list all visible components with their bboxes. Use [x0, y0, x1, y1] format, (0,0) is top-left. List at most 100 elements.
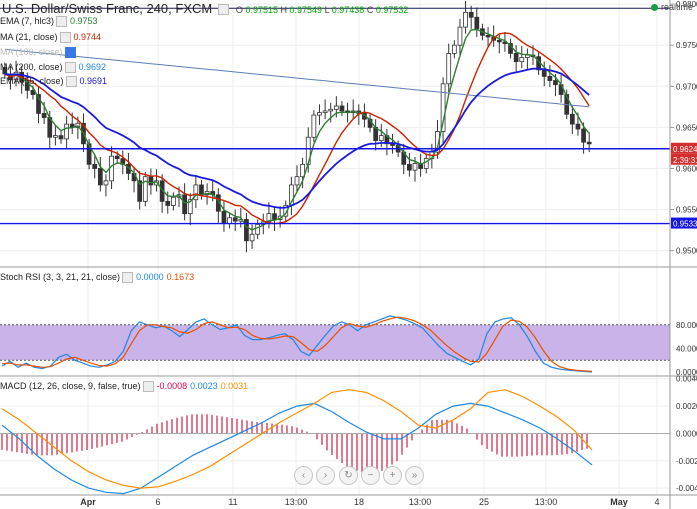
macd-hist-value: -0.0008	[156, 381, 188, 391]
legend-stoch-rsi[interactable]: Stoch RSI (3, 3, 21, 21, close) 0.0000 0.1…	[0, 272, 195, 284]
realtime-indicator: realtime	[650, 2, 693, 12]
legend-ma21[interactable]: MA (21, close) 0.9744	[0, 32, 102, 44]
zoom-in-button[interactable]: +	[383, 466, 402, 485]
candle-body	[468, 11, 474, 18]
candle-body	[255, 223, 261, 235]
legend-ema55-label: EMA (55, close)	[0, 76, 64, 86]
ohlc-open: 0.97515	[245, 5, 278, 15]
macd-axis-label: 0.0000	[676, 429, 697, 438]
header-toggle-icon[interactable]	[217, 4, 229, 16]
candle-body	[64, 123, 69, 140]
stoch-d-value: 0.1673	[166, 272, 195, 282]
candle-body	[232, 217, 238, 222]
time-axis-tick-label: 13:00	[535, 497, 558, 507]
time-axis-tick-label: 18	[354, 497, 364, 507]
candle-body	[328, 108, 334, 112]
time-axis-tick-label: 25	[479, 497, 489, 507]
legend-ma21-value: 0.9744	[73, 32, 102, 42]
level-price-label: 0.9533	[673, 220, 697, 229]
stoch-axis-label: 80.0000	[676, 321, 697, 330]
candle-body	[182, 194, 187, 215]
candle-body	[221, 210, 227, 224]
time-axis-tick-label: 11	[228, 497, 237, 507]
stoch-axis-label: 40.0000	[676, 344, 697, 353]
chart-header: U.S. Dollar/Swiss Franc, 240, FXCM O 0.9…	[2, 1, 408, 16]
candle-body	[165, 200, 171, 206]
macd-axis-label: -0.0020	[676, 457, 697, 466]
candle-body	[519, 57, 525, 63]
candle-body	[474, 16, 480, 30]
candle-body	[41, 113, 47, 118]
candle-body	[496, 39, 502, 43]
candle-body	[142, 176, 148, 202]
candle-body	[171, 196, 176, 206]
price-axis-label: 0.9700	[676, 82, 697, 91]
time-axis-tick-label: 13:00	[285, 497, 308, 507]
candle-body	[103, 180, 109, 186]
price-axis-label: 0.9650	[676, 123, 697, 132]
candle-body	[148, 176, 154, 186]
legend-ma21-label: MA (21, close)	[0, 32, 58, 42]
ohlc-readout: O 0.97515 H 0.97549 L 0.97438 C 0.97532	[236, 5, 408, 15]
eye-icon[interactable]	[64, 62, 76, 74]
candle-body	[446, 53, 452, 85]
price-axis-label: 0.9500	[676, 247, 697, 256]
time-axis-tick-label: 4	[654, 497, 659, 507]
candle-body	[322, 110, 328, 113]
eye-icon[interactable]	[142, 381, 154, 393]
legend-ema7-value: 0.9753	[70, 16, 98, 26]
eye-icon[interactable]	[56, 16, 68, 28]
ohlc-low: 0.97438	[331, 5, 365, 15]
scroll-right-button[interactable]: ›	[316, 466, 335, 485]
macd-line-value: 0.0023	[190, 381, 218, 391]
realtime-dot-icon	[650, 4, 658, 12]
zoom-out-button[interactable]: −	[361, 466, 380, 485]
time-axis-tick-label: May	[610, 497, 628, 507]
legend-ema55[interactable]: EMA (55, close) 0.9691	[0, 76, 107, 88]
stoch-rsi-label: Stoch RSI (3, 3, 21, 21, close)	[0, 272, 121, 282]
candle-body	[249, 233, 255, 242]
eye-icon[interactable]	[59, 32, 71, 44]
legend-macd[interactable]: MACD (12, 26, close, 9, false, true) -0.0…	[0, 381, 249, 393]
candle-body	[463, 11, 468, 28]
eye-icon[interactable]	[65, 76, 77, 88]
legend-ma200-value: 0.9692	[78, 62, 107, 72]
time-axis-tick-label: Apr	[80, 497, 96, 507]
legend-ema7[interactable]: EMA (7, hlc3) 0.9753	[0, 16, 98, 28]
legend-ma200-label: MA (200, close)	[0, 62, 63, 72]
grid-lines	[0, 0, 670, 495]
legend-ma200[interactable]: MA (200, close) 0.9692	[0, 62, 107, 74]
settings-icon[interactable]	[64, 47, 76, 59]
ohlc-low-label: L	[324, 5, 330, 15]
candle-body	[485, 34, 491, 38]
reset-chart-button[interactable]: ↻	[339, 466, 358, 485]
candle-body	[412, 163, 418, 171]
candle-body	[311, 114, 317, 138]
candle-body	[92, 163, 98, 169]
macd-signal-value: 0.0031	[220, 381, 249, 391]
candle-body	[244, 219, 249, 242]
ema7-line	[4, 28, 590, 231]
candle-body	[513, 53, 519, 63]
candle-body	[586, 141, 592, 145]
candle-body	[199, 184, 204, 196]
candle-body	[294, 176, 300, 186]
macd-label: MACD (12, 26, close, 9, false, true)	[0, 381, 141, 391]
current-price-label: 0.9624	[673, 145, 697, 154]
scroll-left-button[interactable]: ‹	[294, 466, 313, 485]
legend-ma100[interactable]: MA (100, close)	[0, 47, 76, 59]
candle-body	[339, 105, 345, 112]
candle-body	[553, 80, 558, 86]
macd-axis-label: 0.0020	[676, 402, 697, 411]
candle-body	[58, 135, 64, 140]
candle-body	[547, 76, 553, 81]
stoch-rsi-pane	[0, 315, 670, 373]
macd-axis-label: -0.0040	[676, 484, 697, 493]
eye-icon[interactable]	[122, 272, 134, 284]
candle-body	[541, 69, 547, 77]
ohlc-close: 0.97532	[375, 5, 409, 15]
legend-ema7-label: EMA (7, hlc3)	[0, 16, 55, 26]
candle-body	[451, 44, 457, 54]
price-axis-label: 0.9600	[676, 164, 697, 173]
scroll-end-button[interactable]: »	[405, 466, 424, 485]
